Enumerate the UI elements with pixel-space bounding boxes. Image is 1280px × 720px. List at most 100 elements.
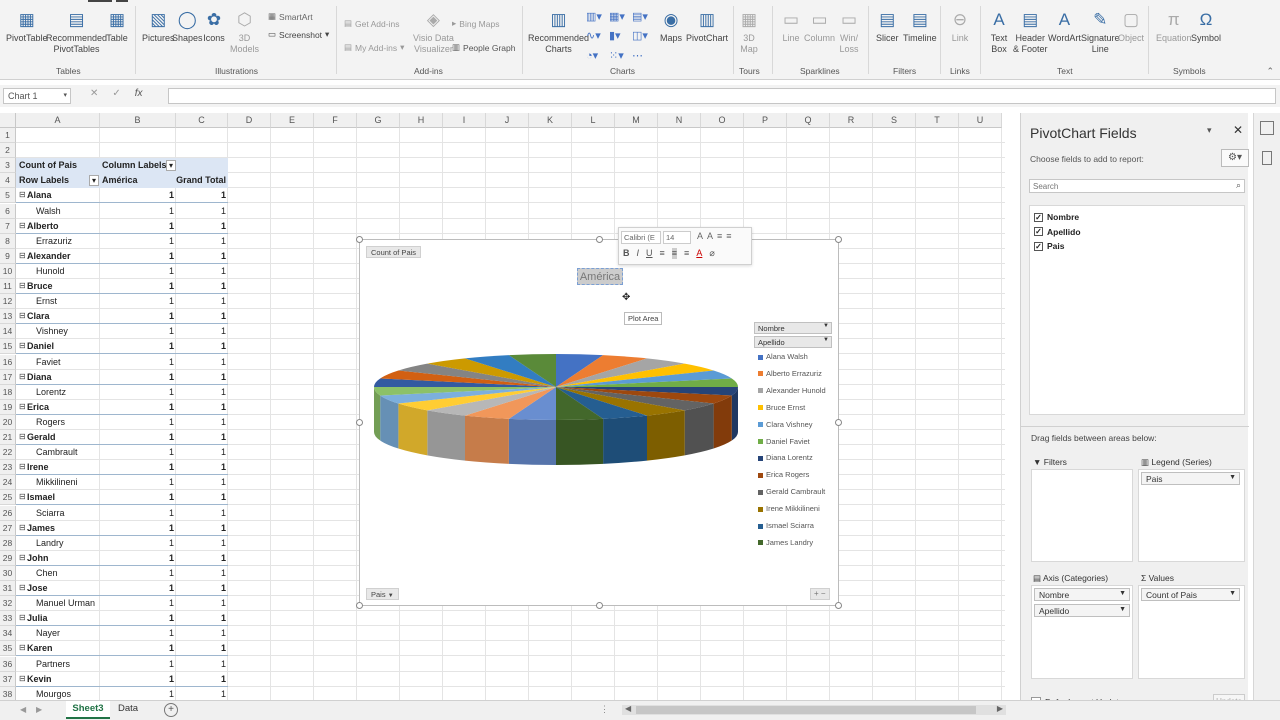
format-painter-icon[interactable]: ⌀ — [709, 248, 714, 259]
row-header[interactable]: 22 — [0, 445, 16, 461]
pivot-total-cell[interactable]: 1 — [176, 279, 228, 294]
row-header[interactable]: 27 — [0, 520, 16, 536]
horizontal-scrollbar[interactable]: ◀ ▶ — [622, 704, 1006, 715]
pivot-total-cell[interactable]: 1 — [176, 490, 228, 505]
column-header-d[interactable]: D — [228, 113, 271, 128]
pivot-total-cell[interactable]: 1 — [176, 430, 228, 445]
panel-options-icon[interactable]: ▾ — [1207, 125, 1212, 136]
column-header-p[interactable]: P — [744, 113, 787, 128]
pivot-row-subitem[interactable]: Hunold — [36, 264, 100, 279]
pivot-value-cell[interactable]: 1 — [100, 204, 176, 219]
row-header[interactable]: 37 — [0, 671, 16, 687]
row-labels-filter-icon[interactable]: ▾ — [89, 175, 99, 187]
pivot-row-subitem[interactable]: Faviet — [36, 355, 100, 370]
maps-button[interactable]: ◉ Maps — [660, 8, 682, 44]
resize-handle[interactable] — [596, 602, 603, 609]
value-field-button[interactable]: Count of Pais — [366, 246, 422, 258]
hierarchy-chart-icon[interactable]: ▦▾ — [609, 10, 629, 23]
pivot-row-subitem[interactable]: Chen — [36, 566, 100, 581]
legend-entry[interactable]: Daniel Faviet — [758, 437, 838, 449]
pie-slice-side[interactable] — [684, 403, 714, 456]
row-header[interactable]: 25 — [0, 490, 16, 506]
pivot-value-cell[interactable]: 1 — [100, 309, 176, 324]
chart-title[interactable]: América — [577, 268, 623, 285]
pivot-value-cell[interactable]: 1 — [100, 596, 176, 611]
legend-entry[interactable]: Gerald Cambrault — [758, 487, 838, 499]
collapse-toggle-icon[interactable]: ⊟ — [19, 341, 26, 350]
row-header[interactable]: 3 — [0, 158, 16, 174]
legend-chip-pais[interactable]: Pais ▼ — [1141, 472, 1240, 485]
pivot-total-cell[interactable]: 1 — [176, 234, 228, 249]
pivot-row-subitem[interactable]: Walsh — [36, 204, 100, 219]
pie-slice-side[interactable] — [380, 395, 399, 449]
pivot-value-cell[interactable]: 1 — [100, 370, 176, 385]
column-chart-icon[interactable]: ▥▾ — [586, 10, 606, 23]
pivot-row-subitem[interactable]: Landry — [36, 536, 100, 551]
table-button[interactable]: ▦ Table — [106, 8, 128, 44]
row-header[interactable]: 13 — [0, 309, 16, 325]
pie-slice-side[interactable] — [556, 418, 604, 465]
row-header[interactable]: 33 — [0, 611, 16, 627]
sparkline-line-button[interactable]: ▭ Line — [780, 8, 802, 44]
pie-slice-side[interactable] — [603, 415, 647, 464]
collapse-toggle-icon[interactable]: ⊟ — [19, 492, 26, 501]
line-chart-icon[interactable]: ∿▾ — [586, 29, 606, 42]
pie-slice-side[interactable] — [731, 387, 738, 441]
column-header-k[interactable]: K — [529, 113, 572, 128]
format-pane-icon[interactable] — [1260, 121, 1274, 135]
column-header-j[interactable]: J — [486, 113, 529, 128]
pivot-row-subitem[interactable]: Cambrault — [36, 445, 100, 460]
font-color-icon[interactable]: A — [696, 248, 702, 259]
legend-entry[interactable]: Clara Vishney — [758, 420, 838, 432]
pivot-value-cell[interactable]: 1 — [100, 506, 176, 521]
pivot-row-subitem[interactable]: Mikkilineni — [36, 475, 100, 490]
combo-chart-icon[interactable]: ◫▾ — [632, 29, 652, 42]
collapse-toggle-icon[interactable]: ⊟ — [19, 432, 26, 441]
resize-handle[interactable] — [835, 236, 842, 243]
pivot-row-item[interactable]: Alberto — [27, 219, 100, 234]
recommended-charts-button[interactable]: ▥ Recommended Charts — [528, 8, 589, 55]
pivot-value-cell[interactable]: 1 — [100, 324, 176, 339]
legend-entry[interactable]: Alana Walsh — [758, 352, 838, 364]
pivot-row-item[interactable]: Daniel — [27, 339, 100, 354]
axis-chip-apellido[interactable]: Apellido ▼ — [1034, 604, 1130, 617]
align-right-icon[interactable]: ≡ — [684, 248, 689, 259]
scroll-right-icon[interactable]: ▶ — [997, 704, 1003, 713]
pivot-row-subitem[interactable]: Sciarra — [36, 506, 100, 521]
axis-area[interactable]: Nombre ▼ Apellido ▼ — [1031, 585, 1133, 679]
pivot-row-subitem[interactable]: Ernst — [36, 294, 100, 309]
pivot-value-cell[interactable]: 1 — [100, 294, 176, 309]
row-header[interactable]: 28 — [0, 535, 16, 551]
pivot-total-cell[interactable]: 1 — [176, 460, 228, 475]
pivot-value-cell[interactable]: 1 — [100, 385, 176, 400]
search-field[interactable]: ⌕ — [1029, 179, 1245, 193]
pivot-row-item[interactable]: Karen — [27, 641, 100, 656]
pivot-row-item[interactable]: John — [27, 551, 100, 566]
select-all-corner[interactable] — [0, 113, 16, 128]
axis-chip-nombre[interactable]: Nombre ▼ — [1034, 588, 1130, 601]
waterfall-chart-icon[interactable]: ▤▾ — [632, 10, 652, 23]
pivot-value-cell[interactable]: 1 — [100, 475, 176, 490]
pivot-value-cell[interactable]: 1 — [100, 188, 176, 203]
row-header[interactable]: 4 — [0, 173, 16, 189]
pie-slice-side[interactable] — [647, 410, 685, 461]
column-header-a[interactable]: A — [16, 113, 100, 128]
legend-area[interactable]: Pais ▼ — [1138, 469, 1245, 562]
collapse-toggle-icon[interactable]: ⊟ — [19, 281, 26, 290]
textbox-button[interactable]: A Text Box — [988, 8, 1010, 55]
name-box[interactable]: Chart 1 ▾ — [3, 88, 71, 104]
row-header[interactable]: 26 — [0, 505, 16, 521]
pivot-row-item[interactable]: Diana — [27, 370, 100, 385]
row-header[interactable]: 5 — [0, 188, 16, 204]
bing-maps-button[interactable]: ▸ Bing Maps — [452, 18, 499, 29]
pivot-row-item[interactable]: Ismael — [27, 490, 100, 505]
collapse-toggle-icon[interactable]: ⊟ — [19, 311, 26, 320]
legend-entry[interactable]: Erica Rogers — [758, 470, 838, 482]
sheet-tab-sheet3[interactable]: Sheet3 — [66, 701, 110, 719]
collapse-toggle-icon[interactable]: ⊟ — [19, 583, 26, 592]
next-sheet-icon[interactable]: ▶ — [36, 705, 42, 714]
pivot-total-cell[interactable]: 1 — [176, 204, 228, 219]
gear-icon[interactable]: ⚙▾ — [1221, 149, 1249, 167]
pivot-total-cell[interactable]: 1 — [176, 596, 228, 611]
pivot-value-cell[interactable]: 1 — [100, 521, 176, 536]
